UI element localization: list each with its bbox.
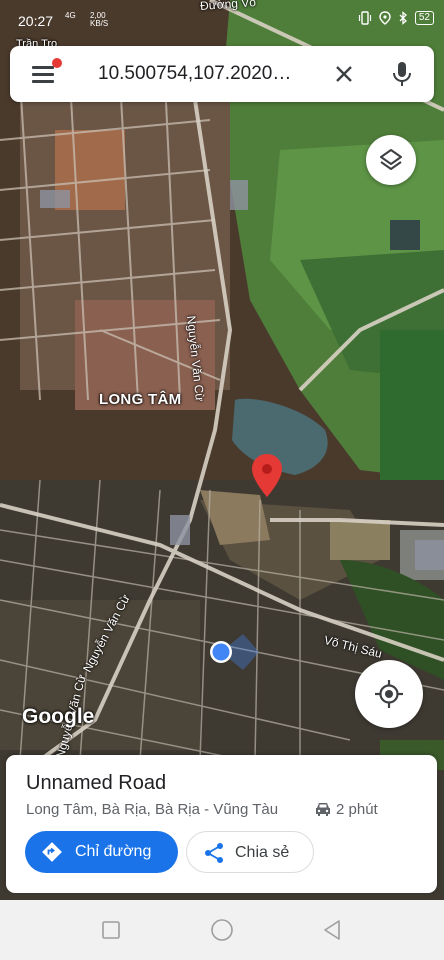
back-button[interactable] <box>322 919 342 941</box>
network-speed-unit: KB/S <box>90 19 109 28</box>
network-type: 4G <box>65 11 76 20</box>
share-button[interactable]: Chia sẻ <box>186 831 314 873</box>
map-label-area: LONG TÂM <box>99 391 182 408</box>
directions-label: Chỉ đường <box>75 843 152 860</box>
search-input[interactable]: 10.500754,107.2020… <box>98 63 324 85</box>
location-icon <box>379 11 391 25</box>
status-time: 20:27 <box>18 13 54 29</box>
directions-icon <box>42 842 62 862</box>
search-bar[interactable]: 10.500754,107.2020… <box>10 46 434 102</box>
menu-button[interactable] <box>30 58 62 86</box>
place-address: Long Tâm, Bà Rịa, Bà Rịa - Vũng Tàu <box>26 801 279 818</box>
battery-indicator: 52 <box>414 11 434 25</box>
microphone-icon[interactable] <box>390 60 414 88</box>
vibrate-icon <box>358 11 371 25</box>
network-speed: 2,00 KB/S <box>90 12 108 28</box>
home-button[interactable] <box>210 918 234 942</box>
layers-button[interactable] <box>366 135 416 185</box>
menu-icon-bar <box>32 73 54 76</box>
bluetooth-icon <box>399 11 407 25</box>
drive-time: 2 phút <box>336 801 378 818</box>
google-logo: Google <box>22 705 95 728</box>
place-card[interactable]: Unnamed Road Long Tâm, Bà Rịa, Bà Rịa - … <box>6 755 437 893</box>
crosshair-icon <box>375 680 403 708</box>
share-label: Chia sẻ <box>235 844 290 861</box>
menu-icon-bar <box>32 66 54 69</box>
status-icons: 52 <box>358 11 434 25</box>
share-icon <box>205 843 223 863</box>
close-icon[interactable] <box>332 62 356 86</box>
my-location-icon <box>210 634 259 670</box>
car-icon <box>316 803 330 816</box>
directions-button[interactable]: Chỉ đường <box>25 831 178 873</box>
recent-apps-button[interactable] <box>101 920 121 940</box>
place-title: Unnamed Road <box>26 772 167 794</box>
layers-icon <box>380 149 402 170</box>
my-location-button[interactable] <box>355 660 423 728</box>
map-pin-icon[interactable] <box>250 453 284 499</box>
system-navigation-bar <box>0 900 444 960</box>
menu-icon-bar <box>32 80 54 83</box>
notification-dot <box>52 58 62 68</box>
